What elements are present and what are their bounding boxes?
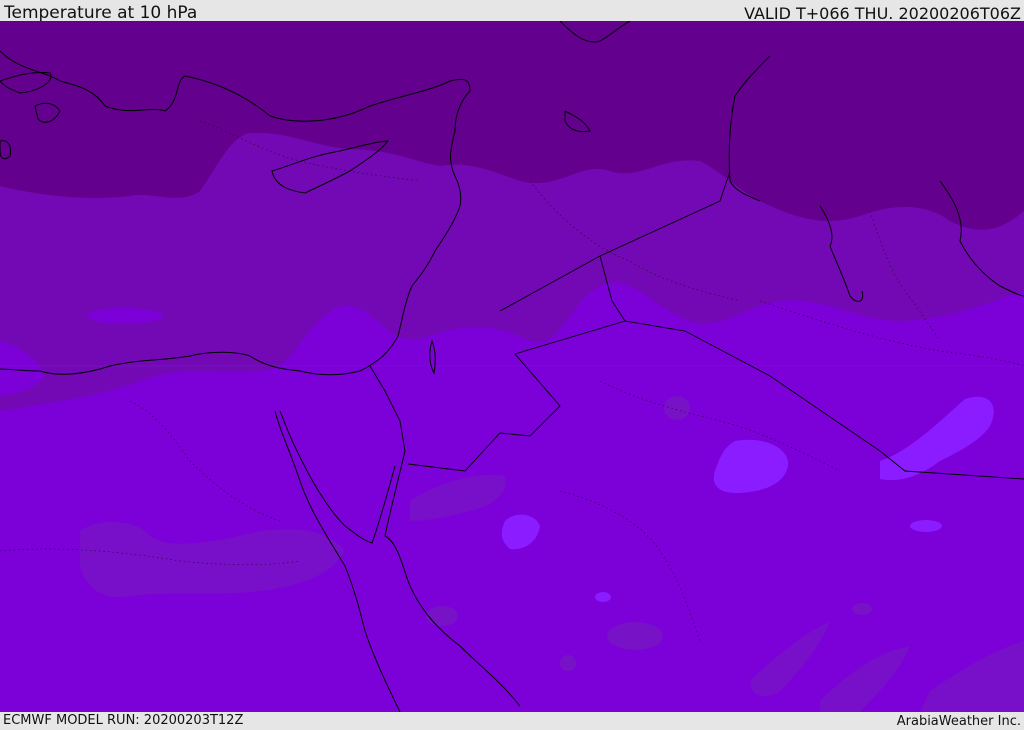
- warm-patch-small-2: [595, 592, 611, 602]
- mid-blob-small-1: [607, 622, 663, 650]
- header-bar: Temperature at 10 hPa VALID T+066 THU. 2…: [0, 0, 1024, 23]
- weather-map[interactable]: [0, 21, 1024, 712]
- credit-label: ArabiaWeather Inc.: [896, 714, 1021, 729]
- mid-blob-small-4: [560, 655, 576, 671]
- mid-blob-small-3: [664, 396, 690, 420]
- temperature-field-map: [0, 21, 1024, 712]
- warm-patch-small-1: [910, 520, 942, 532]
- map-title: Temperature at 10 hPa: [4, 3, 198, 23]
- model-run-label: ECMWF MODEL RUN: 20200203T12Z: [3, 713, 244, 728]
- footer-bar: ECMWF MODEL RUN: 20200203T12Z ArabiaWeat…: [0, 712, 1024, 729]
- mid-blob-small-5: [852, 603, 872, 615]
- warm-patch-mediterranean: [87, 308, 163, 324]
- mid-blob-small-2: [426, 606, 458, 626]
